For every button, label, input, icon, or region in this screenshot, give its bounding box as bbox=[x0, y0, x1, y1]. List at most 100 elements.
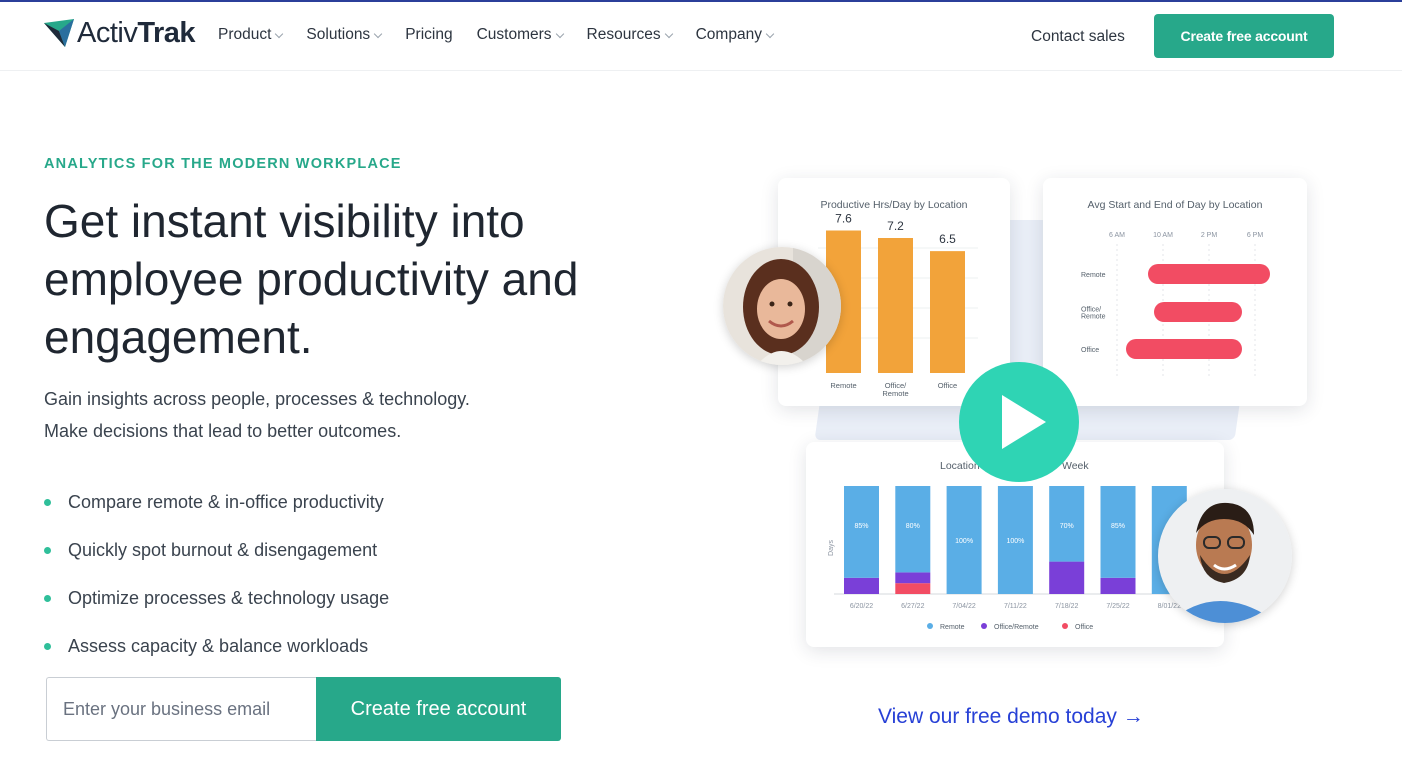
range-bar bbox=[1154, 302, 1242, 322]
hero-eyebrow: ANALYTICS FOR THE MODERN WORKPLACE bbox=[44, 156, 402, 172]
y-axis-label: Days bbox=[828, 540, 835, 556]
chevron-down-icon bbox=[555, 29, 564, 38]
stacked-bar-segment bbox=[895, 572, 931, 584]
start-end-day-chart: 6 AM 10 AM 2 PM 6 PMRemoteOffice/RemoteOffi… bbox=[1081, 232, 1270, 378]
legend-marker bbox=[927, 623, 933, 629]
nav-item-resources[interactable]: Resources bbox=[586, 26, 673, 44]
nav-item-label: Solutions bbox=[306, 26, 371, 43]
chevron-down-icon bbox=[373, 29, 383, 38]
nav-item-label: Resources bbox=[586, 26, 661, 43]
business-email-input[interactable] bbox=[46, 677, 316, 741]
nav-item-label: Customers bbox=[476, 26, 552, 43]
bar bbox=[930, 251, 965, 373]
feature-item-text: Quickly spot burnout & disengagement bbox=[68, 539, 378, 560]
x-tick-label: 7/04/22 bbox=[952, 603, 975, 610]
hero-subtext: Gain insights across people, processes &… bbox=[44, 383, 564, 447]
create-account-nav-button[interactable]: Create free account bbox=[1154, 14, 1334, 58]
x-tick-label: 7/18/22 bbox=[1055, 603, 1078, 610]
stacked-bar-segment bbox=[895, 583, 931, 594]
free-demo-link[interactable]: View our free demo today → bbox=[878, 705, 1144, 729]
feature-item-text: Assess capacity & balance workloads bbox=[68, 635, 369, 656]
feature-item: Assess capacity & balance workloads bbox=[44, 622, 389, 670]
nav-item-label: Product bbox=[218, 26, 272, 43]
feature-item-text: Compare remote & in-office productivity bbox=[68, 491, 384, 512]
chevron-down-icon bbox=[765, 29, 775, 38]
x-tick-label: 6 AM bbox=[1109, 232, 1125, 239]
nav-item-customers[interactable]: Customers bbox=[476, 26, 564, 44]
play-icon bbox=[1002, 395, 1046, 449]
bar bbox=[878, 238, 913, 373]
bar-value-label: 6.5 bbox=[939, 232, 956, 246]
nav-menu: Product Solutions Pricing Customers Reso… bbox=[218, 26, 797, 44]
stacked-bar-segment bbox=[1100, 486, 1136, 578]
woman-avatar bbox=[723, 247, 841, 365]
logo-wordmark-bold: Trak bbox=[137, 16, 196, 49]
activtrak-logo[interactable]: ActivTrak bbox=[43, 16, 196, 50]
legend-label: Office/Remote bbox=[994, 624, 1039, 631]
bar-value-label: 7.6 bbox=[835, 212, 852, 226]
bar-value-label: 7.2 bbox=[887, 219, 904, 233]
x-tick-label: 2 PM bbox=[1201, 232, 1218, 239]
stacked-bar-segment bbox=[844, 486, 879, 578]
x-tick-label: 6 PM bbox=[1247, 232, 1264, 239]
activtrak-logo-icon bbox=[44, 19, 74, 47]
category-label: Office/ bbox=[1081, 307, 1101, 314]
nav-item-company[interactable]: Company bbox=[695, 26, 775, 44]
stacked-bar-segment bbox=[1100, 577, 1136, 594]
bar-percent-label: 100% bbox=[955, 538, 973, 545]
bullet-dot-icon bbox=[44, 546, 51, 554]
bullet-dot-icon bbox=[44, 498, 51, 506]
bar-percent-label: 85% bbox=[854, 523, 868, 530]
create-account-submit-button[interactable]: Create free account bbox=[316, 677, 561, 741]
x-tick-label: 10 AM bbox=[1153, 232, 1173, 239]
hero-headline: Get instant visibility into employee pro… bbox=[44, 195, 579, 363]
category-label: Remote bbox=[1081, 314, 1106, 321]
x-tick-label: 7/25/22 bbox=[1106, 603, 1129, 610]
chevron-down-icon bbox=[664, 29, 673, 38]
range-bar bbox=[1126, 339, 1242, 359]
bar-percent-label: 85% bbox=[1111, 523, 1125, 530]
chart-title-suffix: Week bbox=[1062, 460, 1089, 472]
hero-subtext-line: Gain insights across people, processes &… bbox=[44, 389, 470, 409]
category-label: Office bbox=[938, 381, 957, 390]
nav-item-label: Pricing bbox=[405, 26, 453, 43]
category-label: Remote bbox=[830, 381, 856, 390]
legend-marker bbox=[1062, 623, 1068, 629]
feature-list: Compare remote & in-office productivity … bbox=[44, 478, 389, 670]
chevron-down-icon bbox=[275, 29, 284, 38]
feature-item: Quickly spot burnout & disengagement bbox=[44, 526, 389, 574]
hero-subtext-line: Make decisions that lead to better outco… bbox=[44, 421, 402, 441]
bar-percent-label: 80% bbox=[906, 523, 920, 530]
x-tick-label: 6/27/22 bbox=[901, 603, 924, 610]
man-avatar bbox=[1158, 489, 1292, 623]
nav-item-product[interactable]: Product bbox=[218, 26, 284, 44]
category-label: Remote bbox=[882, 389, 908, 398]
nav-item-label: Company bbox=[695, 26, 762, 43]
top-navigation: ActivTrak Product Solutions Pricing Cust… bbox=[0, 2, 1402, 71]
category-label: Remote bbox=[1081, 272, 1106, 279]
x-tick-label: 6/20/22 bbox=[850, 603, 873, 610]
feature-item: Compare remote & in-office productivity bbox=[44, 478, 389, 526]
x-tick-label: 7/11/22 bbox=[1004, 603, 1027, 610]
nav-item-solutions[interactable]: Solutions bbox=[306, 26, 383, 44]
start-end-day-card: Avg Start and End of Day by Location 6 A… bbox=[1043, 178, 1307, 406]
legend-marker bbox=[981, 623, 987, 629]
feature-item: Optimize processes & technology usage bbox=[44, 574, 389, 622]
signup-form: Create free account bbox=[46, 677, 561, 741]
play-video-button[interactable] bbox=[959, 362, 1079, 482]
stacked-bar-segment bbox=[1049, 561, 1085, 594]
range-bar bbox=[1148, 264, 1270, 284]
stacked-bar-segment bbox=[844, 577, 879, 594]
logo-wordmark: ActivTrak bbox=[77, 16, 196, 50]
contact-sales-link[interactable]: Contact sales bbox=[1031, 28, 1125, 46]
bar-percent-label: 100% bbox=[1006, 538, 1024, 545]
legend-label: Remote bbox=[940, 624, 965, 631]
bullet-dot-icon bbox=[44, 642, 51, 650]
nav-item-pricing[interactable]: Pricing bbox=[405, 26, 452, 44]
category-label: Office bbox=[1081, 347, 1099, 354]
bullet-dot-icon bbox=[44, 594, 51, 602]
logo-wordmark-light: Activ bbox=[77, 16, 138, 49]
bar-percent-label: 70% bbox=[1060, 523, 1074, 530]
legend-label: Office bbox=[1075, 624, 1093, 631]
feature-item-text: Optimize processes & technology usage bbox=[68, 587, 390, 608]
